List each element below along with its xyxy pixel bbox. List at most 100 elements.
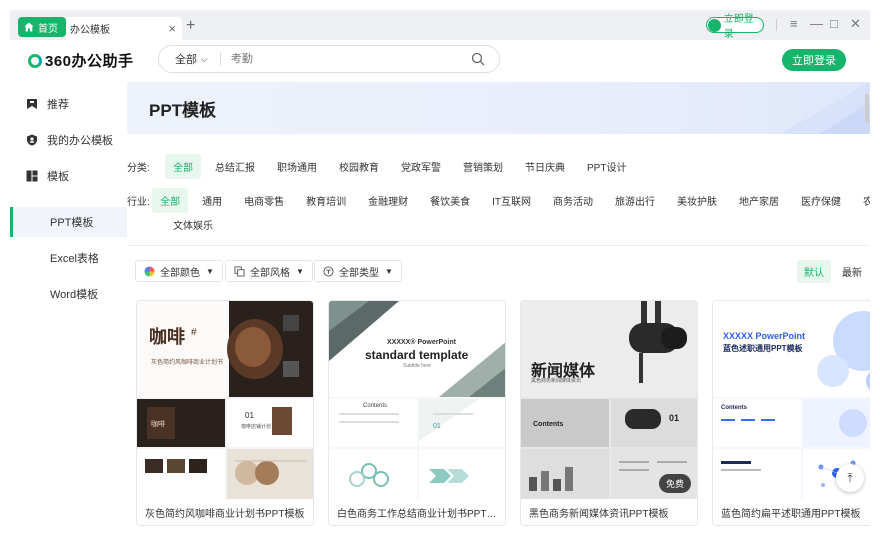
- industry-chip[interactable]: 地产家居: [731, 188, 787, 213]
- titlebar-login-chip[interactable]: 立即登录: [706, 14, 764, 40]
- scrollbar-thumb[interactable]: [865, 94, 869, 122]
- app-window: 首页 办公模板 × + 立即登录 ≡ — □ ✕ 360办公助手 全部 ⌵ 考勤…: [10, 10, 870, 526]
- thumb-contents: Contents: [721, 405, 747, 411]
- template-caption[interactable]: 白色商务工作总结商业计划书PPT案...: [337, 505, 499, 520]
- app-logo[interactable]: 360办公助手: [28, 50, 134, 71]
- color-filter-dropdown[interactable]: 全部颜色 ▼: [135, 260, 223, 282]
- category-chip[interactable]: 校园教育: [331, 154, 387, 179]
- industry-chip[interactable]: 通用: [194, 188, 230, 213]
- news-media-template-preview: [521, 301, 697, 499]
- thumb-title: XXXXX® PowerPoint: [387, 339, 456, 346]
- type-circle-icon: [323, 265, 334, 277]
- thumb-title: XXXXX PowerPoint: [723, 331, 806, 341]
- search-input[interactable]: [230, 53, 451, 65]
- style-filter-dropdown[interactable]: 全部风格 ▼: [225, 260, 313, 282]
- template-caption[interactable]: 灰色简约风咖啡商业计划书PPT模板: [145, 505, 307, 520]
- maximize-icon[interactable]: □: [830, 16, 838, 31]
- thumb-number: 01: [245, 411, 254, 420]
- industry-chip[interactable]: 美妆护肤: [669, 188, 725, 213]
- sidebar-sub-word[interactable]: Word模板: [10, 279, 132, 309]
- industry-chip[interactable]: 电商零售: [236, 188, 292, 213]
- main-content: PPT模板 分类: 全部 总结汇报 职场通用 校园教育 党政军警 营销策划 节日…: [127, 82, 870, 526]
- template-thumbnail[interactable]: 新闻媒体 黑色商务新闻媒体资讯 Contents 01: [521, 301, 697, 499]
- back-to-top-button[interactable]: ⤒: [836, 464, 864, 492]
- category-chip[interactable]: 营销策划: [455, 154, 511, 179]
- category-label: 分类:: [127, 163, 150, 174]
- sidebar-item-label: 模板: [47, 171, 69, 183]
- category-filter-row: 分类: 全部 总结汇报 职场通用 校园教育 党政军警 营销策划 节日庆典 PPT…: [127, 154, 640, 179]
- industry-chip[interactable]: 教育培训: [298, 188, 354, 213]
- industry-chip[interactable]: 餐饮美食: [422, 188, 478, 213]
- thumb-title: 咖啡: [149, 327, 185, 347]
- sidebar-item-my-templates[interactable]: 我的办公模板: [10, 122, 132, 158]
- category-chip[interactable]: 党政军警: [393, 154, 449, 179]
- tab-home[interactable]: 首页: [18, 17, 66, 37]
- thumb-tag: 咖啡: [151, 421, 165, 428]
- template-card[interactable]: XXXXX PowerPoint 蓝色述职通用PPT模板 Contents 蓝色…: [712, 300, 870, 526]
- thumb-number: 01: [433, 423, 441, 430]
- style-filter-label: 全部风格: [250, 267, 290, 279]
- template-caption[interactable]: 黑色商务新闻媒体资讯PPT模板: [529, 505, 691, 520]
- color-filter-label: 全部颜色: [160, 267, 200, 279]
- sidebar-sub-label: Excel表格: [50, 253, 99, 265]
- category-chip[interactable]: 职场通用: [269, 154, 325, 179]
- app-logo-text: 360办公助手: [45, 53, 134, 70]
- chevron-down-icon: ⌵: [201, 53, 208, 64]
- industry-filter-row: 行业: 全部 通用 电商零售 教育培训 金融理财 餐饮美食 IT互联网 商务活动…: [127, 188, 870, 213]
- template-caption[interactable]: 蓝色简约扁平述职通用PPT模板: [721, 505, 870, 520]
- caret-down-icon: ▼: [385, 266, 393, 276]
- category-chip[interactable]: 全部: [165, 154, 201, 179]
- caret-down-icon: ▼: [296, 266, 304, 276]
- caret-down-icon: ▼: [206, 266, 214, 276]
- industry-chip[interactable]: 旅游出行: [607, 188, 663, 213]
- bookmark-icon: [27, 99, 37, 109]
- minimize-icon[interactable]: —: [810, 16, 823, 31]
- layers-icon: [234, 265, 245, 277]
- user-shield-icon: [27, 134, 37, 146]
- sort-newest[interactable]: 最新: [835, 260, 869, 283]
- grid-icon: [26, 170, 38, 182]
- template-thumbnail[interactable]: XXXXX® PowerPoint standard template Subt…: [329, 301, 505, 499]
- tab-office-templates-label: 办公模板: [70, 25, 110, 36]
- search-box: 全部 ⌵: [158, 45, 500, 73]
- tab-close-icon[interactable]: ×: [168, 21, 176, 36]
- industry-chip[interactable]: 商务活动: [545, 188, 601, 213]
- template-card[interactable]: 新闻媒体 黑色商务新闻媒体资讯 Contents 01 免费 黑色商务新闻媒体资…: [520, 300, 698, 526]
- industry-chip[interactable]: 医疗保健: [793, 188, 849, 213]
- sidebar-sub-ppt[interactable]: PPT模板: [10, 207, 132, 237]
- search-icon[interactable]: [471, 52, 485, 66]
- sidebar: 推荐 我的办公模板 模板 PPT模板 Excel表格 Word模板: [10, 82, 132, 526]
- industry-chip[interactable]: 文体娱乐: [165, 212, 221, 237]
- thumb-subtitle: Subtitle here: [403, 363, 432, 369]
- template-card[interactable]: XXXXX® PowerPoint standard template Subt…: [328, 300, 506, 526]
- thumb-number: 01: [669, 413, 680, 423]
- menu-icon[interactable]: ≡: [790, 16, 798, 31]
- home-icon: [24, 22, 34, 32]
- category-chip[interactable]: 总结汇报: [207, 154, 263, 179]
- new-tab-icon[interactable]: +: [186, 17, 195, 35]
- category-chip[interactable]: 节日庆典: [517, 154, 573, 179]
- titlebar-login-label: 立即登录: [723, 14, 754, 40]
- tab-office-templates[interactable]: 办公模板 ×: [66, 17, 182, 40]
- sidebar-sub-excel[interactable]: Excel表格: [10, 243, 132, 273]
- page-title: PPT模板: [149, 101, 217, 120]
- industry-chip[interactable]: IT互联网: [484, 188, 539, 213]
- sidebar-item-templates[interactable]: 模板: [10, 158, 132, 194]
- search-divider: [219, 52, 221, 66]
- thumb-subtitle: 黑色商务新闻媒体资讯: [531, 378, 582, 384]
- category-chip[interactable]: PPT设计: [579, 154, 634, 179]
- search-scope-dropdown[interactable]: 全部 ⌵: [175, 51, 208, 67]
- type-filter-dropdown[interactable]: 全部类型 ▼: [314, 260, 402, 282]
- login-button[interactable]: 立即登录: [782, 49, 846, 71]
- sort-default[interactable]: 默认: [797, 259, 831, 283]
- thumb-title-2: standard template: [365, 348, 469, 362]
- tab-home-label: 首页: [38, 23, 58, 35]
- industry-chip[interactable]: 金融理财: [360, 188, 416, 213]
- industry-chip[interactable]: 全部: [152, 188, 189, 213]
- sidebar-item-recommend[interactable]: 推荐: [10, 86, 132, 122]
- template-thumbnail[interactable]: 咖啡 # 灰色简约风咖啡商业计划书 01 咖啡店铺计划 咖啡: [137, 301, 313, 499]
- template-card[interactable]: 咖啡 # 灰色简约风咖啡商业计划书 01 咖啡店铺计划 咖啡 灰色简约风咖啡商业…: [136, 300, 314, 526]
- industry-chip[interactable]: 农: [855, 188, 870, 213]
- sidebar-sub-label: PPT模板: [50, 217, 94, 229]
- close-window-icon[interactable]: ✕: [850, 16, 861, 32]
